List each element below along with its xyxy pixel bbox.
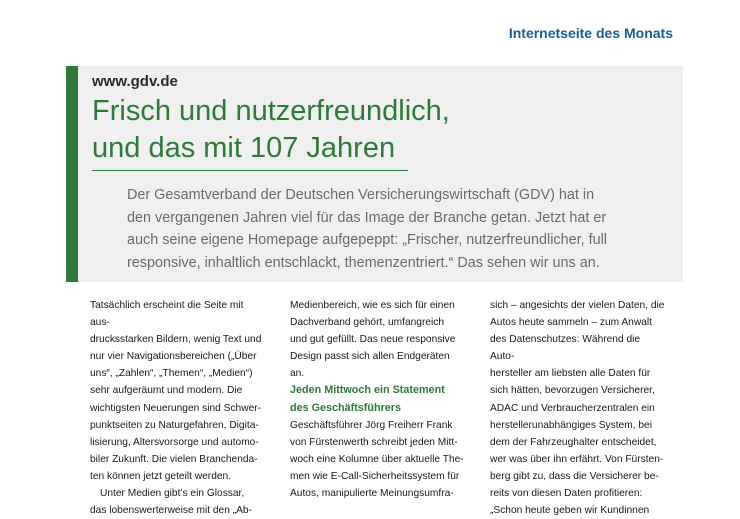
body-line: das lobenswerterweise mit den „Ab- bbox=[90, 505, 252, 517]
subheading-line: des Geschäftsführers bbox=[290, 401, 402, 414]
body-line: drucksstarken Bildern, wenig Text und bbox=[90, 334, 262, 346]
body-line: sich – angesichts der vielen Daten, die bbox=[490, 300, 665, 311]
body-line: ten können jetzt geteilt werden. bbox=[90, 470, 232, 482]
body-line: sehr aufgeräumt und modern. Die bbox=[90, 385, 243, 397]
body-line: Tatsächlich erscheint die Seite mit aus- bbox=[90, 300, 244, 329]
body-line: punktseiten zu Naturgefahren, Digita- bbox=[90, 419, 259, 431]
body-line: men wie E-Call-Sicherheitssystem für bbox=[290, 470, 460, 482]
headline-line-1: Frisch und nutzerfreundlich, bbox=[92, 95, 450, 127]
body-line: des Datenschutzes: Während die Auto- bbox=[490, 334, 641, 363]
body-line: Medienbereich, wie es sich für einen bbox=[290, 300, 455, 311]
body-line: hersteller am liebsten alle Daten für bbox=[490, 368, 651, 380]
lead-line: responsive, inhaltlich entschlackt, them… bbox=[127, 254, 600, 271]
body-line: Autos heute sammeln – zum Anwalt bbox=[490, 317, 652, 329]
article-header: www.gdv.de Frisch und nutzerfreundlich, … bbox=[66, 66, 683, 282]
body-line: „Schon heute geben wir Kundinnen bbox=[490, 505, 650, 517]
body-line: wichtigsten Neuerungen sind Schwer- bbox=[90, 402, 262, 414]
lead-paragraph: Der Gesamtverband der Deutschen Versiche… bbox=[127, 184, 672, 274]
body-line: dem der Fahrzeughalter entscheidet, bbox=[490, 436, 657, 448]
body-line: von Fürstenwerth schreibt jeden Mitt- bbox=[290, 436, 458, 448]
accent-bar bbox=[66, 66, 78, 282]
body-line: Unter Medien gibt’s ein Glossar, bbox=[100, 488, 245, 500]
body-line: sich hätten, bevorzugen Versicherer, bbox=[490, 385, 655, 397]
body-line: uns“, „Zahlen“, „Themen“, „Medien“) bbox=[90, 368, 253, 380]
body-line: an. bbox=[290, 368, 305, 380]
body-line: nur vier Navigationsbereichen („Über bbox=[90, 351, 257, 363]
body-column-3: sich – angesichts der vielen Daten, die … bbox=[490, 297, 665, 519]
body-line: biler Zukunft. Die vielen Branchenda- bbox=[90, 453, 258, 465]
body-line: ADAC und Verbraucherzentralen ein bbox=[490, 402, 655, 414]
body-line: herstellerunabhängiges System, bei bbox=[490, 419, 652, 431]
body-column-2: Medienbereich, wie es sich für einen Dac… bbox=[290, 297, 465, 502]
headline: Frisch und nutzerfreundlich, und das mit… bbox=[92, 93, 652, 167]
body-line: lisierung, Altersvorsorge und automo- bbox=[90, 436, 259, 448]
headline-line-2: und das mit 107 Jahren bbox=[92, 132, 396, 164]
section-label: Internetseite des Monats bbox=[508, 25, 673, 41]
headline-rule bbox=[92, 170, 408, 171]
lead-line: Der Gesamtverband der Deutschen Versiche… bbox=[127, 187, 595, 203]
subheading-line: Jeden Mittwoch ein Statement bbox=[290, 384, 445, 397]
body-line: wer was über ihn erfährt. Von Fürsten- bbox=[490, 453, 664, 465]
body-line: berg gibt zu, dass die Versicherer be- bbox=[490, 470, 659, 482]
body-line: reits von diesen Daten profitieren: bbox=[490, 488, 643, 500]
body-line: woch eine Kolumne über aktuelle The- bbox=[290, 453, 464, 465]
body-line: Design passt sich allen Endgeräten bbox=[290, 351, 450, 363]
lead-line: auch seine eigene Homepage aufgepeppt: „… bbox=[127, 232, 607, 248]
lead-line: den vergangenen Jahren viel für das Imag… bbox=[127, 209, 607, 226]
website-url: www.gdv.de bbox=[92, 73, 178, 90]
body-line: und gut gefüllt. Das neue responsive bbox=[290, 334, 456, 346]
body-line: Autos, manipulierte Meinungsumfra- bbox=[290, 488, 454, 500]
body-line: Geschäftsführer Jörg Freiherr Frank bbox=[290, 419, 453, 431]
body-column-1: Tatsächlich erscheint die Seite mit aus-… bbox=[90, 297, 265, 519]
body-line: Dachverband gehört, umfangreich bbox=[290, 317, 445, 329]
